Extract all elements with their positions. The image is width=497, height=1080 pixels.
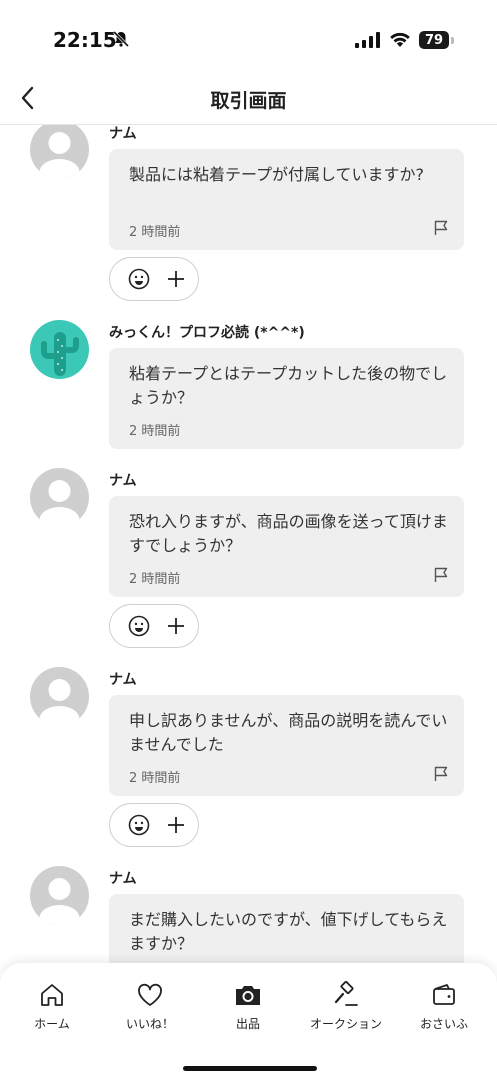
message-bubble[interactable]: 製品には粘着テープが付属していますか? 2 時間前 (109, 149, 464, 250)
username: ナム (109, 672, 137, 688)
default-avatar-icon (39, 480, 80, 527)
plus-icon (168, 817, 184, 833)
tab-sell[interactable]: 出品 (203, 981, 293, 1032)
tab-label: オークション (309, 1017, 382, 1031)
message-bubble[interactable]: 恐れ入りますが、商品の画像を送って頂けますでしょうか？ 2 時間前 (109, 496, 464, 597)
status-bar: 22:15 79 (0, 0, 497, 80)
message-text: まだ購入したいのですが、値下げしてもらえますか？ (129, 910, 448, 953)
wifi-icon (390, 32, 410, 47)
message-text: 粘着テープとはテープカットした後の物でしょうか？ (129, 364, 448, 407)
battery-cap (451, 37, 454, 44)
username: ナム (109, 473, 137, 489)
message-time: 2 時間前 (129, 771, 181, 786)
message-time: 2 時間前 (129, 225, 181, 240)
tab-label: ホーム (34, 1017, 70, 1031)
tab-home[interactable]: ホーム (7, 981, 97, 1032)
default-avatar-icon (39, 679, 80, 726)
battery-indicator: 79 (419, 31, 449, 49)
avatar[interactable] (30, 468, 89, 527)
tab-wallet[interactable]: おさいふ (399, 981, 489, 1032)
reaction-button[interactable] (109, 257, 199, 301)
plus-icon (168, 618, 184, 634)
home-indicator (183, 1066, 317, 1071)
gavel-icon (334, 981, 358, 1006)
avatar[interactable] (30, 125, 89, 179)
default-avatar-icon (39, 132, 80, 179)
signal-icon (355, 32, 380, 48)
camera-icon (236, 986, 260, 1005)
avatar[interactable] (30, 667, 89, 726)
wallet-icon (433, 984, 455, 1005)
message-bubble[interactable]: 粘着テープとはテープカットした後の物でしょうか？ 2 時間前 (109, 348, 464, 449)
message-bubble[interactable]: 申し訳ありませんが、商品の説明を読んでいませんでした 2 時間前 (109, 695, 464, 796)
smile-icon (128, 814, 150, 836)
tab-label: おさいふ (419, 1017, 468, 1031)
username: ナム (109, 871, 137, 887)
message-time: 2 時間前 (129, 424, 181, 439)
flag-icon[interactable] (434, 766, 448, 782)
cactus-avatar-icon (41, 332, 79, 376)
default-avatar-icon (39, 878, 80, 925)
tab-auction[interactable]: オークション (301, 981, 391, 1032)
tab-likes[interactable]: いいね！ (105, 981, 195, 1032)
heart-icon (138, 983, 162, 1006)
plus-icon (168, 271, 184, 287)
tab-bar: ホーム いいね！ 出品 オークション おさいふ (0, 963, 497, 1080)
smile-icon (128, 615, 150, 637)
avatar[interactable] (30, 320, 89, 379)
username: みっくん！プロフ必読 (*^^*) (109, 325, 305, 341)
message-text: 製品には粘着テープが付属していますか? (129, 165, 425, 184)
message-text: 申し訳ありませんが、商品の説明を読んでいませんでした (129, 711, 448, 754)
message-bubble[interactable]: まだ購入したいのですが、値下げしてもらえますか？ (109, 894, 464, 965)
bell-off-icon (112, 30, 130, 48)
home-icon (41, 984, 63, 1006)
smile-icon (128, 268, 150, 290)
message-time: 2 時間前 (129, 572, 181, 587)
flag-icon[interactable] (434, 567, 448, 583)
avatar[interactable] (30, 866, 89, 925)
tab-label: 出品 (235, 1017, 260, 1031)
nav-bar: 取引画面 (0, 74, 497, 125)
page-title: 取引画面 (210, 90, 287, 112)
tab-label: いいね！ (125, 1017, 174, 1031)
status-time: 22:15 (53, 28, 117, 52)
username: ナム (109, 126, 137, 142)
message-text: 恐れ入りますが、商品の画像を送って頂けますでしょうか？ (129, 512, 448, 555)
reaction-button[interactable] (109, 604, 199, 648)
flag-icon[interactable] (434, 220, 448, 236)
reaction-button[interactable] (109, 803, 199, 847)
chat-list[interactable]: ナム 製品には粘着テープが付属していますか? 2 時間前 みっくん！プロフ必読 … (0, 125, 497, 965)
